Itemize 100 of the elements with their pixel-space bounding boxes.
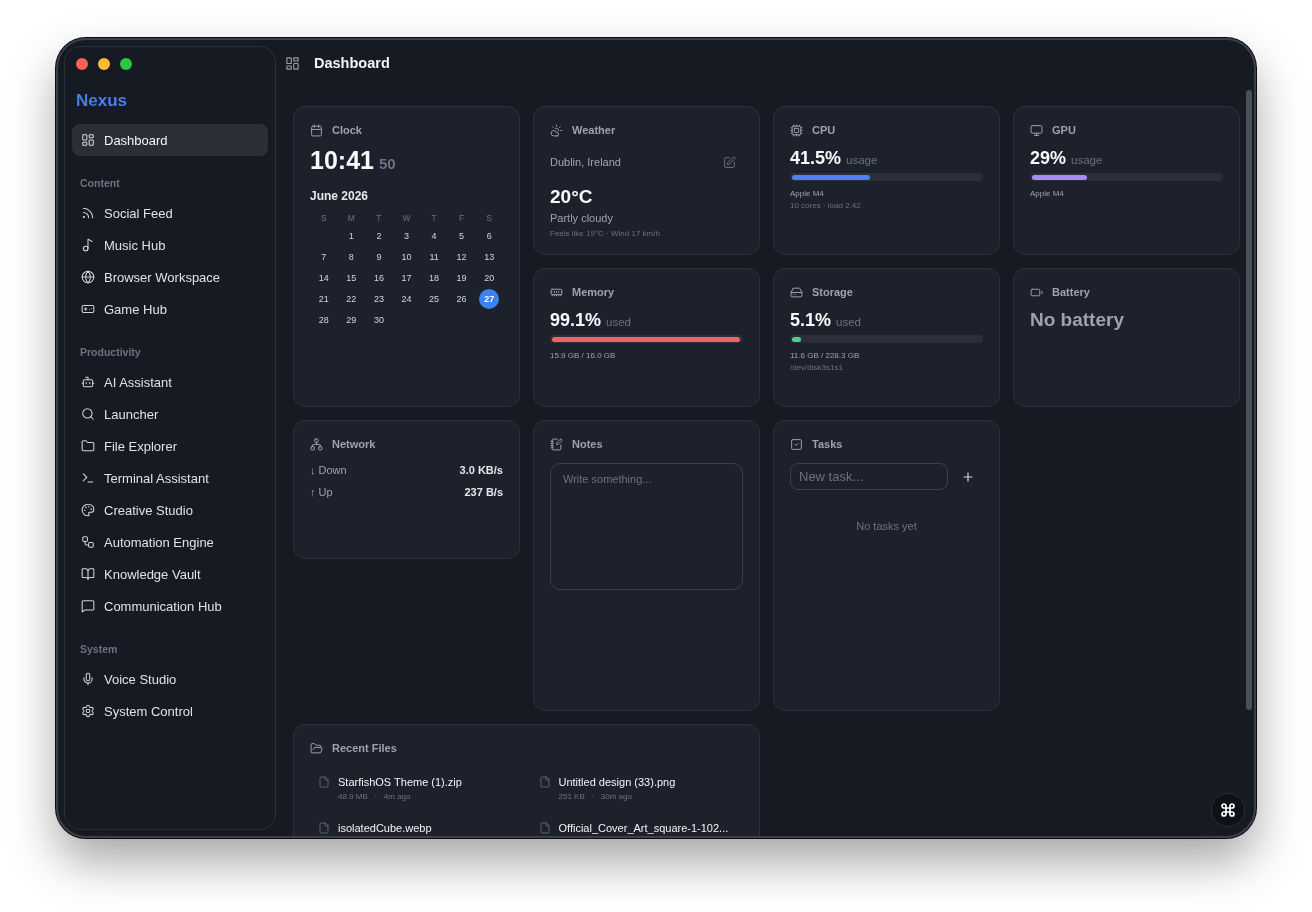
calendar-day[interactable]: 25 <box>424 288 445 309</box>
weather-details: Feels like 19°C · Wind 17 km/h <box>550 229 660 239</box>
close-button[interactable] <box>76 58 88 70</box>
file-name[interactable]: StarfishOS Theme (1).zip <box>338 775 462 789</box>
task-input[interactable]: New task... <box>790 463 948 490</box>
calendar-day[interactable]: 11 <box>424 246 445 267</box>
meter-value: 29% <box>1030 147 1067 169</box>
meter-detail: /dev/disk3s1s1 <box>790 362 843 374</box>
meter-unit: used <box>606 316 631 328</box>
maximize-button[interactable] <box>120 58 132 70</box>
sidebar-label: Communication Hub <box>104 598 222 614</box>
calendar-day[interactable]: 5 <box>451 225 472 246</box>
calendar-day[interactable]: 29 <box>341 309 362 330</box>
weekday-label: M <box>347 213 355 223</box>
sidebar-label: Launcher <box>104 406 159 422</box>
calendar-day[interactable]: 21 <box>313 288 334 309</box>
weekday-label: W <box>402 213 411 223</box>
meter-value: 41.5% <box>790 147 842 169</box>
calendar-day[interactable]: 6 <box>479 225 500 246</box>
calendar-day[interactable]: 10 <box>396 246 417 267</box>
file-meta: 251 KB · 30m ago <box>558 791 632 802</box>
brand-name: Nexus <box>75 91 128 111</box>
workflow-icon <box>81 535 95 549</box>
calendar-day[interactable]: 26 <box>451 288 472 309</box>
sidebar-label: File Explorer <box>104 438 177 454</box>
gamepad-icon <box>81 302 95 316</box>
file-icon <box>318 776 330 788</box>
calendar-day[interactable]: 14 <box>313 267 334 288</box>
calendar-day[interactable]: 24 <box>396 288 417 309</box>
file-icon <box>538 822 551 834</box>
calendar-day[interactable]: 9 <box>368 246 389 267</box>
empty-message: No tasks yet <box>856 519 917 533</box>
sidebar-item[interactable]: Automation Engine <box>72 526 268 558</box>
sidebar-label: System Control <box>104 703 193 719</box>
sidebar-label: Music Hub <box>104 237 166 253</box>
edit-icon[interactable] <box>723 155 736 169</box>
calendar-day[interactable]: 2 <box>368 225 389 246</box>
calendar-day[interactable]: 20 <box>479 267 500 288</box>
file-name[interactable]: Untitled design (33).png <box>558 775 676 789</box>
network-label: ↑ Up <box>310 486 333 498</box>
sidebar-item[interactable]: Voice Studio <box>72 663 268 695</box>
calendar-day[interactable]: 30 <box>368 309 389 330</box>
minimize-button[interactable] <box>98 58 110 70</box>
folder-icon <box>310 741 323 755</box>
robot-icon <box>81 375 95 389</box>
sidebar-item[interactable]: AI Assistant <box>72 366 268 398</box>
calendar-day[interactable]: 12 <box>451 246 472 267</box>
calendar-month: June 2026 <box>310 188 369 204</box>
section-title: System <box>79 642 118 656</box>
settings-icon <box>81 704 95 718</box>
command-icon <box>1220 802 1236 818</box>
sidebar-item[interactable]: Dashboard <box>72 124 268 156</box>
calendar-day[interactable]: 13 <box>479 246 500 267</box>
scrollbar-thumb[interactable] <box>1246 90 1252 710</box>
card-title: Network <box>332 438 376 450</box>
calendar-day[interactable]: 23 <box>368 288 389 309</box>
calendar-day[interactable]: 18 <box>424 267 445 288</box>
sidebar-label: Browser Workspace <box>104 269 221 285</box>
sidebar-item[interactable]: File Explorer <box>72 430 268 462</box>
microphone-icon <box>81 672 95 686</box>
sidebar-item[interactable]: Launcher <box>72 398 268 430</box>
sidebar-item[interactable]: Creative Studio <box>72 494 268 526</box>
calendar-day[interactable]: 16 <box>368 267 389 288</box>
terminal-icon <box>81 471 95 485</box>
temperature: 20°C <box>550 186 593 208</box>
file-icon <box>318 822 330 834</box>
calendar-day[interactable]: 15 <box>341 267 362 288</box>
plus-icon <box>961 469 975 484</box>
calendar-day[interactable]: 22 <box>341 288 362 309</box>
calendar-day[interactable]: 4 <box>424 225 445 246</box>
network-rate: 3.0 KB/s <box>459 464 503 476</box>
weekday-label: S <box>486 213 493 223</box>
calendar-day[interactable]: 1 <box>341 225 362 246</box>
notes-field[interactable]: Write something... <box>550 463 743 590</box>
sidebar-label: Game Hub <box>104 301 167 317</box>
clock-seconds: 50 <box>378 155 396 172</box>
command-button[interactable] <box>1211 793 1245 827</box>
calendar-day[interactable]: 7 <box>313 246 334 267</box>
sidebar-item[interactable]: Music Hub <box>72 229 268 261</box>
folder-icon <box>81 439 95 453</box>
sidebar-item[interactable]: Knowledge Vault <box>72 558 268 590</box>
calendar-day[interactable]: 17 <box>396 267 417 288</box>
card-title: Memory <box>572 286 615 298</box>
sidebar-item[interactable]: Browser Workspace <box>72 261 268 293</box>
file-name[interactable]: Official_Cover_Art_square-1-102... <box>558 821 729 835</box>
sidebar-item[interactable]: Social Feed <box>72 197 268 229</box>
clock-time: 10:41 <box>310 146 374 174</box>
calendar-day[interactable]: 28 <box>313 309 334 330</box>
dashboard-icon <box>81 133 95 147</box>
sidebar-item[interactable]: Communication Hub <box>72 590 268 622</box>
card-title: Storage <box>812 286 853 298</box>
calendar-day[interactable]: 3 <box>396 225 417 246</box>
calendar-day[interactable]: 8 <box>341 246 362 267</box>
sidebar-item[interactable]: Terminal Assistant <box>72 462 268 494</box>
calendar-day[interactable]: 19 <box>451 267 472 288</box>
sidebar-label: Social Feed <box>104 205 173 221</box>
calendar-day[interactable]: 27 <box>479 288 500 309</box>
file-name[interactable]: isolatedCube.webp <box>338 821 432 835</box>
sidebar-item[interactable]: System Control <box>72 695 268 727</box>
sidebar-item[interactable]: Game Hub <box>72 293 268 325</box>
